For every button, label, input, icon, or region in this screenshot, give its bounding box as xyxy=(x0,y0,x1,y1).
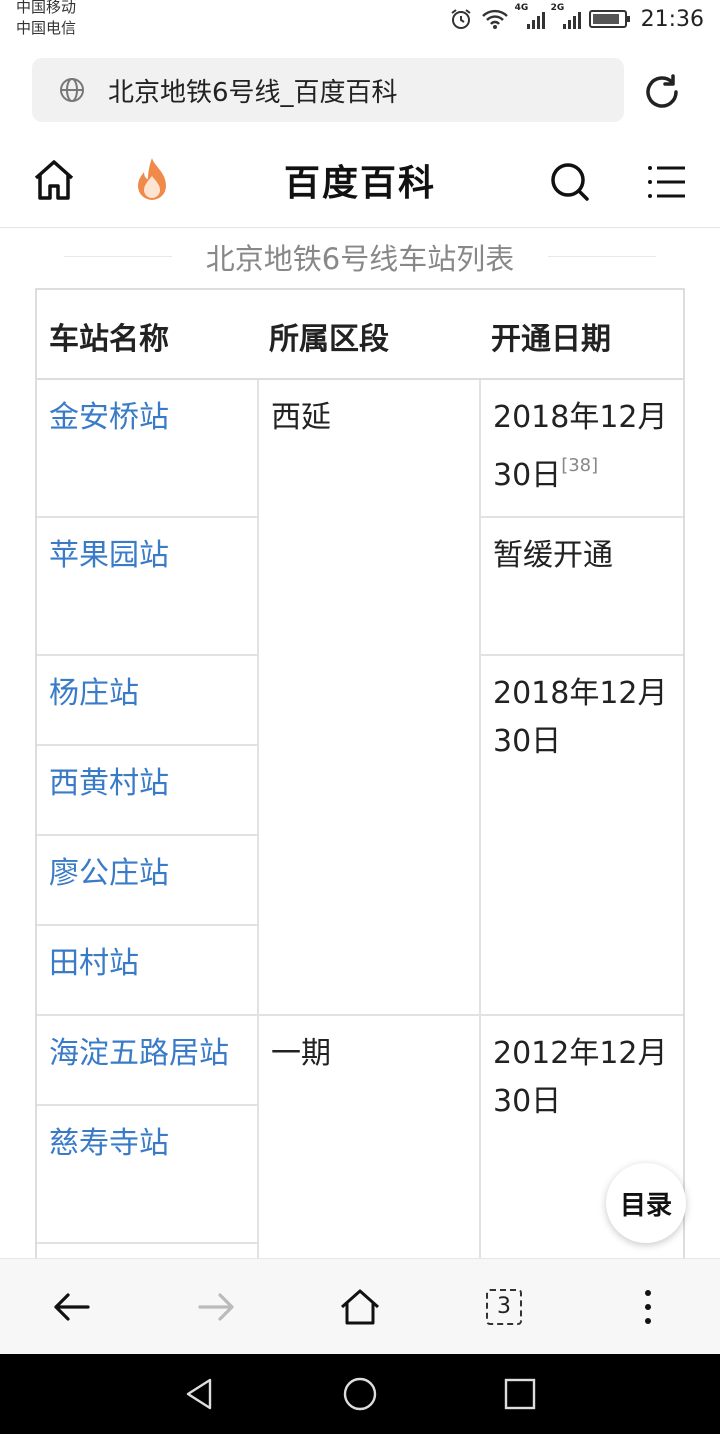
home-nav-icon[interactable] xyxy=(336,1283,384,1331)
status-bar: 中国移动 中国电信 4G 2G 21:36 xyxy=(0,0,720,44)
carrier-primary: 中国移动 xyxy=(16,0,77,16)
carrier-secondary: 中国电信 xyxy=(16,19,77,37)
nav-home-icon[interactable] xyxy=(342,1376,378,1412)
forward-arrow-icon[interactable] xyxy=(192,1283,240,1331)
nav-back-icon[interactable] xyxy=(182,1376,218,1412)
station-table: 车站名称 所属区段 开通日期 金安桥站 苹果园站 杨庄站 西黄村站 廖公庄站 田… xyxy=(35,288,685,1258)
station-link[interactable]: 金安桥站 xyxy=(37,380,259,518)
header-section: 所属区段 xyxy=(269,322,389,357)
date-text: 2018年12月30日 xyxy=(493,400,668,493)
menu-icon[interactable] xyxy=(644,160,688,204)
date-cell: 2018年12月30日[38] xyxy=(481,380,683,518)
station-link[interactable]: 田村站 xyxy=(37,926,259,1016)
status-time: 21:36 xyxy=(640,6,704,32)
nav-recents-icon[interactable] xyxy=(502,1376,538,1412)
header-station-name: 车站名称 xyxy=(49,322,169,357)
toc-button[interactable]: 目录 xyxy=(606,1163,686,1243)
address-bar[interactable]: 北京地铁6号线_百度百科 xyxy=(32,58,624,122)
wifi-icon xyxy=(481,9,508,29)
page-url: 北京地铁6号线_百度百科 xyxy=(108,77,398,108)
station-link[interactable]: 苹果园站 xyxy=(37,518,259,656)
browser-toolbar: 3 xyxy=(0,1258,720,1354)
date-cell: 暂缓开通 xyxy=(481,518,683,656)
station-link[interactable]: 廖公庄站 xyxy=(37,836,259,926)
table-caption: 北京地铁6号线车站列表 xyxy=(205,242,515,276)
battery-icon xyxy=(588,10,630,28)
alarm-icon xyxy=(450,9,471,29)
back-arrow-icon[interactable] xyxy=(48,1283,96,1331)
section-cell: 一期 xyxy=(259,1016,481,1258)
station-link[interactable]: 海淀五路居站 xyxy=(37,1016,259,1106)
station-link[interactable]: 杨庄站 xyxy=(37,656,259,746)
date-cell: 2018年12月30日 xyxy=(481,656,683,1016)
site-header: 百度百科 xyxy=(0,140,720,228)
system-nav-bar xyxy=(0,1354,720,1434)
refresh-icon[interactable] xyxy=(640,70,684,114)
signal-4g-icon: 4G xyxy=(515,3,545,29)
table-header-row: 车站名称 所属区段 开通日期 xyxy=(37,290,683,380)
search-icon[interactable] xyxy=(546,158,594,206)
tabs-button[interactable]: 3 xyxy=(486,1289,522,1325)
station-link[interactable]: 西黄村站 xyxy=(37,746,259,836)
globe-icon xyxy=(60,78,84,102)
page-title: 百度百科 xyxy=(283,163,436,204)
signal-2g-icon: 2G xyxy=(551,3,581,29)
station-link[interactable]: 慈寿寺站 xyxy=(37,1106,259,1244)
table-cell xyxy=(37,1244,259,1258)
reference-link[interactable]: [38] xyxy=(561,455,598,476)
header-open-date: 开通日期 xyxy=(491,322,611,357)
more-options-icon[interactable] xyxy=(624,1283,672,1331)
section-cell: 西延 xyxy=(259,380,481,1016)
